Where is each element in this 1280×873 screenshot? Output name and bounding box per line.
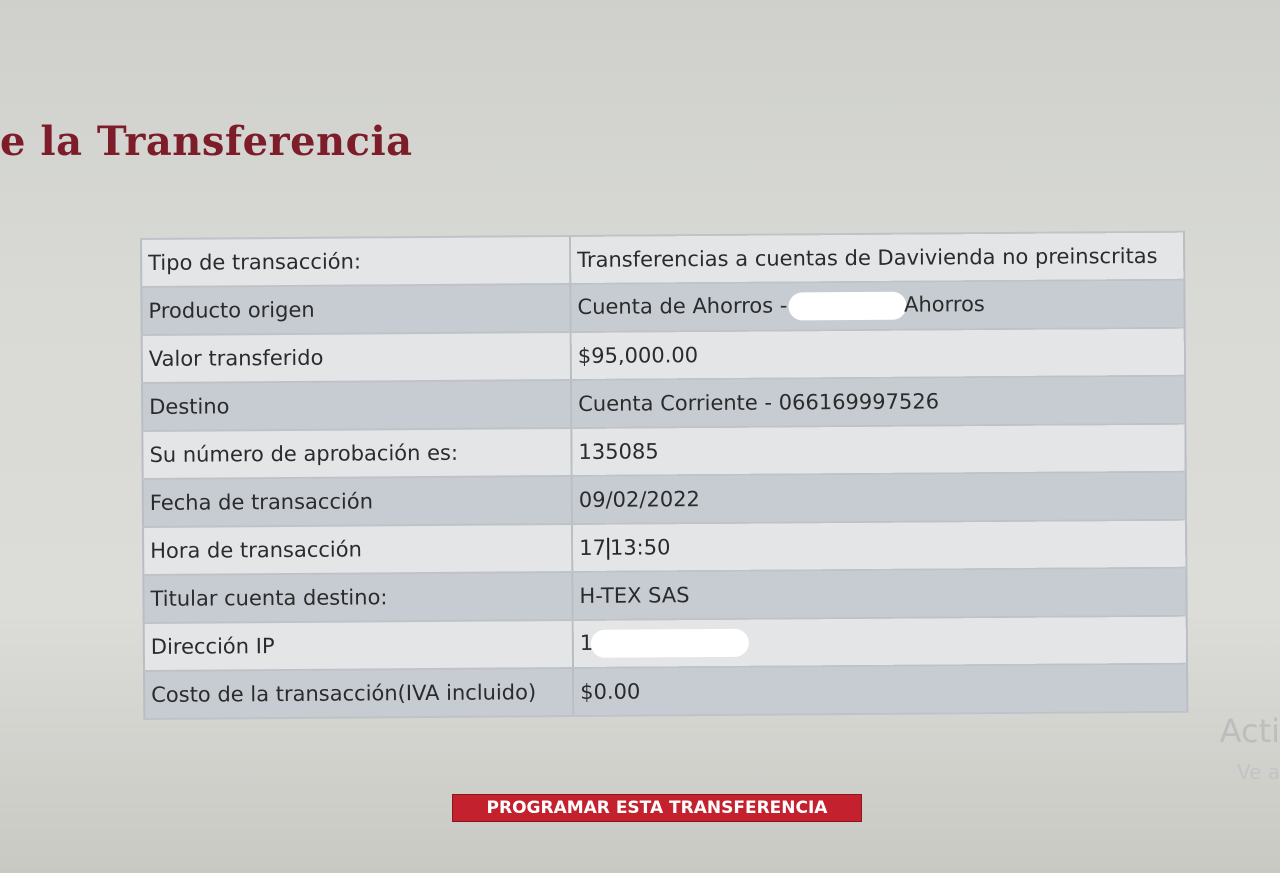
detail-value: Cuenta de Ahorros - Ahorros xyxy=(570,279,1185,332)
detail-row-destino: Destino Cuenta Corriente - 066169997526 xyxy=(142,375,1186,431)
detail-value: Cuenta Corriente - 066169997526 xyxy=(571,375,1186,428)
detail-value: 1 xyxy=(572,615,1187,668)
detail-label: Valor transferido xyxy=(141,331,572,383)
detail-value: 17 13:50 xyxy=(572,519,1187,572)
transfer-details-table: Tipo de transacción: Transferencias a cu… xyxy=(140,231,1188,720)
detail-value: H-TEX SAS xyxy=(572,567,1187,620)
redacted-account-mark xyxy=(787,291,907,321)
detail-row-producto-origen: Producto origen Cuenta de Ahorros - Ahor… xyxy=(141,279,1185,335)
detail-row-ip: Dirección IP 1 xyxy=(143,615,1187,671)
detail-label: Producto origen xyxy=(141,283,571,335)
account-type-text: Cuenta de Ahorros - xyxy=(577,293,795,319)
hour-text: 17 xyxy=(579,535,606,560)
detail-row-costo: Costo de la transacción(IVA incluido) $0… xyxy=(144,663,1188,719)
schedule-transfer-button[interactable]: PROGRAMAR ESTA TRANSFERENCIA xyxy=(452,794,862,822)
detail-row-fecha: Fecha de transacción 09/02/2022 xyxy=(142,471,1186,527)
detail-row-valor: Valor transferido $95,000.00 xyxy=(141,327,1185,383)
page-title: e la Transferencia xyxy=(0,118,413,165)
detail-label: Hora de transacción xyxy=(143,523,573,575)
detail-label: Su número de aprobación es: xyxy=(142,427,572,479)
detail-row-aprobacion: Su número de aprobación es: 135085 xyxy=(142,423,1186,479)
minutes-seconds-text: 13:50 xyxy=(609,535,671,560)
text-cursor-icon xyxy=(606,537,609,560)
detail-value: $95,000.00 xyxy=(570,327,1185,380)
detail-row-hora: Hora de transacción 17 13:50 xyxy=(143,519,1187,575)
detail-value: 09/02/2022 xyxy=(571,471,1186,524)
account-suffix-text: Ahorros xyxy=(903,292,985,317)
detail-label: Dirección IP xyxy=(143,619,574,671)
detail-label: Fecha de transacción xyxy=(142,475,573,527)
detail-value: $0.00 xyxy=(573,663,1188,716)
redacted-ip-mark xyxy=(591,628,750,658)
detail-label: Titular cuenta destino: xyxy=(143,571,573,623)
detail-value: 135085 xyxy=(571,423,1186,476)
detail-label: Tipo de transacción: xyxy=(141,235,571,287)
activation-watermark: Acti xyxy=(1219,712,1280,750)
detail-row-tipo: Tipo de transacción: Transferencias a cu… xyxy=(141,231,1185,287)
detail-value: Transferencias a cuentas de Davivienda n… xyxy=(569,231,1185,284)
detail-label: Destino xyxy=(142,379,572,431)
detail-row-titular: Titular cuenta destino: H-TEX SAS xyxy=(143,567,1187,623)
detail-label: Costo de la transacción(IVA incluido) xyxy=(144,667,574,719)
activation-watermark-sub: Ve a xyxy=(1236,760,1280,784)
